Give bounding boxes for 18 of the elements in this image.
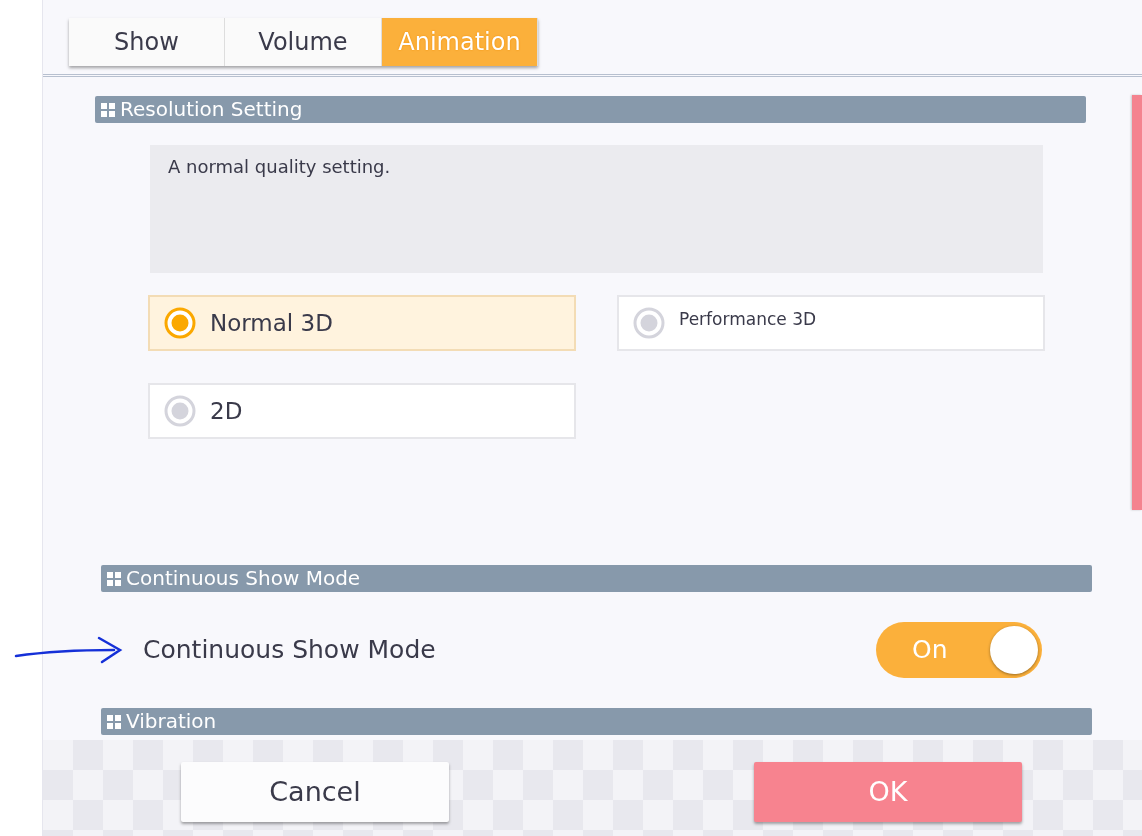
radio-icon xyxy=(164,307,196,339)
tab[interactable]: Show xyxy=(69,18,225,66)
cancel-button[interactable]: Cancel xyxy=(181,762,449,822)
radio-option[interactable]: 2D xyxy=(148,383,576,439)
radio-option[interactable]: Performance 3D xyxy=(617,295,1045,351)
section-title: Resolution Setting xyxy=(120,96,303,123)
radio-icon xyxy=(164,395,196,427)
grid-icon xyxy=(106,570,122,587)
radio-icon xyxy=(633,307,665,339)
description-text: A normal quality setting. xyxy=(150,145,1043,273)
tab[interactable]: Volume xyxy=(225,18,382,66)
grid-icon xyxy=(106,713,122,730)
setting-label: Continuous Show Mode xyxy=(143,634,436,667)
grid-icon xyxy=(100,101,116,118)
scrollbar[interactable] xyxy=(1132,95,1142,510)
section-title: Continuous Show Mode xyxy=(126,565,361,592)
section-title: Vibration xyxy=(126,708,217,735)
radio-option[interactable]: Normal 3D xyxy=(148,295,576,351)
